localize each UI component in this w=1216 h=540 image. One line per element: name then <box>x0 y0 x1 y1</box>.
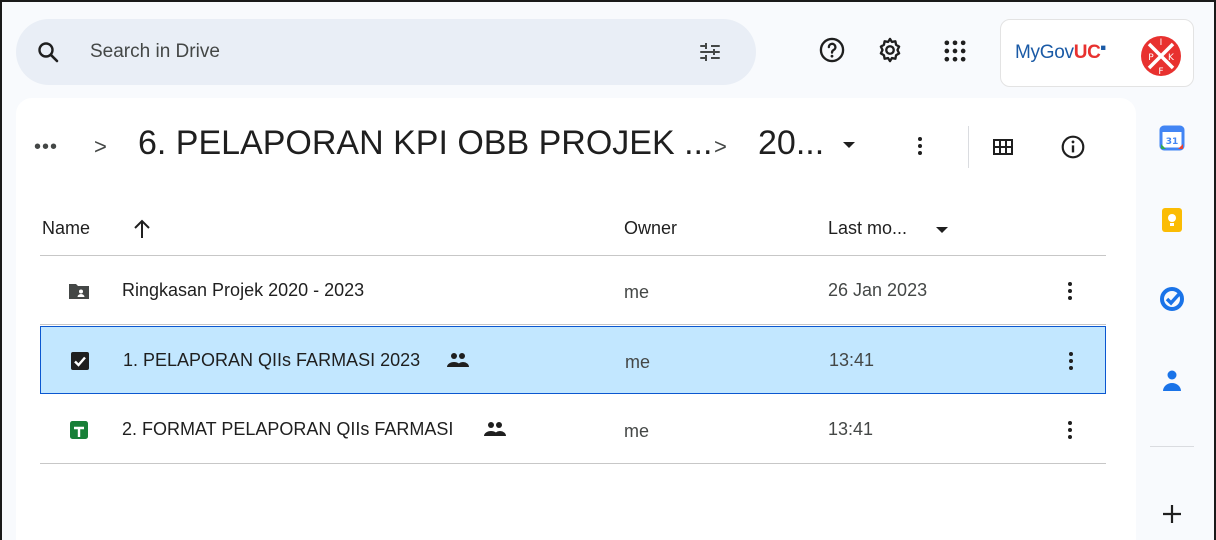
svg-text:31: 31 <box>1166 137 1179 147</box>
search-options-icon[interactable] <box>698 40 722 64</box>
breadcrumb-current-folder[interactable]: 20... <box>758 124 824 163</box>
help-icon[interactable] <box>818 36 846 64</box>
svg-text:I: I <box>1160 38 1163 48</box>
breadcrumb-folder[interactable]: 6. PELAPORAN KPI OBB PROJEK ... <box>138 124 712 163</box>
svg-text:F: F <box>1158 67 1163 77</box>
google-contacts-icon[interactable] <box>1158 366 1186 394</box>
column-owner[interactable]: Owner <box>624 218 677 239</box>
apps-grid-icon[interactable] <box>941 37 969 65</box>
more-actions-icon[interactable] <box>908 134 932 158</box>
google-keep-icon[interactable] <box>1158 206 1186 234</box>
google-sheets-icon <box>70 421 88 439</box>
file-name[interactable]: 2. FORMAT PELAPORAN QIIs FARMASI <box>122 419 453 440</box>
search-bar[interactable] <box>16 19 756 85</box>
table-row[interactable]: 2. FORMAT PELAPORAN QIIs FARMASI me 13:4… <box>40 396 1106 464</box>
file-owner: me <box>624 282 650 302</box>
divider <box>1150 446 1194 447</box>
add-addon-icon[interactable] <box>1160 502 1184 526</box>
grid-view-icon[interactable] <box>992 136 1014 158</box>
google-tasks-icon[interactable] <box>1158 285 1186 313</box>
shared-folder-icon <box>69 284 89 299</box>
side-panel: 31 <box>1136 98 1214 540</box>
more-actions-icon[interactable] <box>1058 418 1082 442</box>
checkbox-checked-icon[interactable] <box>69 350 91 372</box>
file-name[interactable]: 1. PELAPORAN QIIs FARMASI 2023 <box>123 350 420 371</box>
drive-window: MyGovUC■ IPKF ••• > 6. PELAPORAN KPI OBB… <box>0 0 1216 540</box>
search-input[interactable] <box>90 37 650 67</box>
mygovuc-logo: MyGovUC■ <box>1015 42 1106 63</box>
info-icon[interactable] <box>1060 134 1086 160</box>
column-name[interactable]: Name <box>42 218 90 239</box>
breadcrumb-more[interactable]: ••• <box>34 136 58 159</box>
table-row-selected[interactable]: 1. PELAPORAN QIIs FARMASI 2023 me 13:41 <box>40 326 1106 394</box>
file-owner: me <box>624 421 650 441</box>
shared-people-icon <box>447 353 469 367</box>
shared-people-icon <box>484 422 506 436</box>
caret-down-icon[interactable] <box>936 226 948 234</box>
breadcrumb-separator: > <box>94 134 107 159</box>
file-last-modified: 26 Jan 2023 <box>828 280 928 300</box>
breadcrumb: ••• > 6. PELAPORAN KPI OBB PROJEK ... > … <box>16 98 1136 198</box>
file-last-modified: 13:41 <box>829 350 875 370</box>
column-last-modified[interactable]: Last mo... <box>828 218 907 239</box>
sort-ascending-icon[interactable] <box>132 218 152 240</box>
table-row[interactable]: Ringkasan Projek 2020 - 2023 me 26 Jan 2… <box>40 257 1106 325</box>
account-switcher[interactable]: MyGovUC■ IPKF <box>1000 19 1194 87</box>
settings-gear-icon[interactable] <box>876 36 904 64</box>
table-header: Name Owner Last mo... <box>40 206 1106 256</box>
more-actions-icon[interactable] <box>1058 279 1082 303</box>
google-calendar-icon[interactable]: 31 <box>1158 124 1186 152</box>
divider <box>968 126 969 168</box>
file-last-modified: 13:41 <box>828 419 874 439</box>
avatar[interactable]: IP KF <box>1140 35 1182 77</box>
file-list-panel: ••• > 6. PELAPORAN KPI OBB PROJEK ... > … <box>16 98 1136 540</box>
file-owner: me <box>625 352 651 372</box>
search-icon[interactable] <box>36 40 60 64</box>
caret-down-icon[interactable] <box>842 140 856 150</box>
more-actions-icon[interactable] <box>1059 349 1083 373</box>
file-name[interactable]: Ringkasan Projek 2020 - 2023 <box>122 280 364 301</box>
svg-text:P: P <box>1148 53 1154 63</box>
breadcrumb-separator: > <box>714 134 727 159</box>
